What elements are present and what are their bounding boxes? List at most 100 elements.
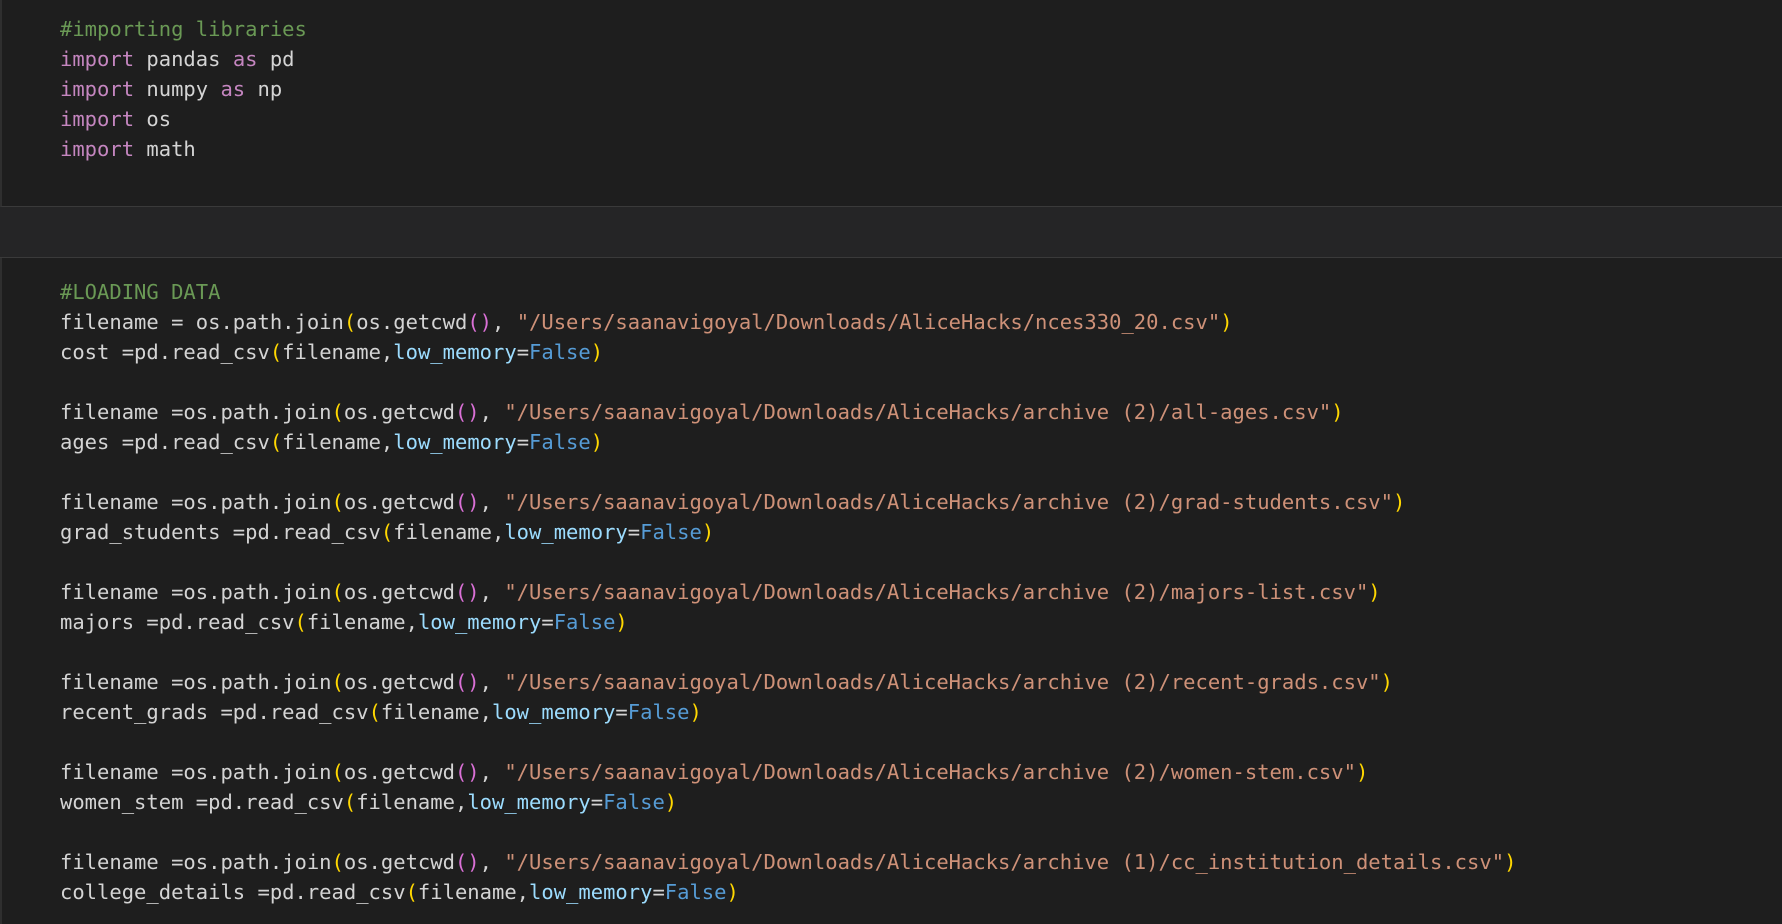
code-line: filename =os.path.join(os.getcwd(), "/Us…: [60, 667, 1516, 697]
code-token-plain: =: [590, 790, 604, 814]
code-token-kw: import: [60, 137, 135, 161]
code-token-p1: (: [269, 340, 283, 364]
code-token-const: False: [603, 790, 665, 814]
code-token-param: low_memory: [529, 880, 653, 904]
code-token-const: False: [529, 430, 591, 454]
code-token-plain: filename =os.path.join: [60, 400, 332, 424]
code-token-plain: =: [652, 880, 665, 904]
code-token-p2: (): [454, 490, 480, 514]
code-line: import pandas as pd: [60, 44, 307, 74]
code-token-plain: os.getcwd: [343, 400, 455, 424]
code-token-plain: pd: [257, 47, 295, 71]
code-token-const: False: [640, 520, 702, 544]
code-token-kw: as: [232, 47, 258, 71]
code-token-p1: ): [590, 430, 604, 454]
code-token-plain: ,: [492, 310, 517, 334]
code-token-param: low_memory: [492, 700, 616, 724]
code-line: import os: [60, 104, 307, 134]
code-token-plain: recent_grads =pd.read_csv: [60, 700, 369, 724]
code-token-plain: ages =pd.read_csv: [60, 430, 270, 454]
code-token-plain: ,: [479, 760, 505, 784]
code-line: recent_grads =pd.read_csv(filename,low_m…: [60, 697, 1516, 727]
notebook-editor: #importing libraries import pandas as pd i…: [0, 0, 1782, 924]
code-line: cost =pd.read_csv(filename,low_memory=Fa…: [60, 337, 1516, 367]
code-token-plain: filename =os.path.join: [60, 490, 332, 514]
code-token-param: low_memory: [504, 520, 628, 544]
cell-separator: [0, 207, 1782, 258]
code-cell-loading-data[interactable]: #LOADING DATA filename = os.path.join(os.…: [0, 258, 1782, 924]
code-token-p2: (): [454, 400, 480, 424]
code-cell-imports[interactable]: #importing libraries import pandas as pd i…: [0, 0, 1782, 207]
code-token-plain: pandas: [134, 47, 233, 71]
code-token-plain: ,: [479, 670, 505, 694]
code-line: import math: [60, 134, 307, 164]
code-line: import numpy as np: [60, 74, 307, 104]
code-token-str: "/Users/saanavigoyal/Downloads/AliceHack…: [516, 310, 1221, 334]
code-token-p1: (: [331, 580, 344, 604]
code-token-plain: filename = os.path.join: [60, 310, 344, 334]
code-token-plain: np: [245, 77, 283, 101]
code-token-const: False: [627, 700, 690, 724]
code-token-str: "/Users/saanavigoyal/Downloads/AliceHack…: [504, 580, 1369, 604]
code-token-const: False: [529, 340, 591, 364]
code-line: filename =os.path.join(os.getcwd(), "/Us…: [60, 487, 1516, 517]
code-line: majors =pd.read_csv(filename,low_memory=…: [60, 607, 1516, 637]
code-token-p1: ): [664, 790, 678, 814]
code-token-p1: ): [615, 610, 628, 634]
code-token-param: low_memory: [417, 610, 542, 634]
code-token-kw: import: [60, 47, 135, 71]
code-token-p1: ): [701, 520, 715, 544]
code-token-plain: os.getcwd: [343, 580, 455, 604]
code-token-plain: =: [541, 610, 554, 634]
code-token-plain: ,: [479, 400, 505, 424]
code-line: women_stem =pd.read_csv(filename,low_mem…: [60, 787, 1516, 817]
code-token-p1: ): [1355, 760, 1369, 784]
code-editor[interactable]: #importing libraries import pandas as pd i…: [60, 14, 307, 164]
code-token-plain: =: [627, 520, 641, 544]
code-token-p1: (: [343, 790, 357, 814]
code-line: ages =pd.read_csv(filename,low_memory=Fa…: [60, 427, 1516, 457]
code-token-p1: (: [294, 610, 307, 634]
code-line: filename =os.path.join(os.getcwd(), "/Us…: [60, 847, 1516, 877]
code-token-plain: os.getcwd: [343, 850, 455, 874]
code-token-plain: =: [516, 430, 530, 454]
code-token-str: "/Users/saanavigoyal/Downloads/AliceHack…: [504, 760, 1356, 784]
code-token-comment: #LOADING DATA: [60, 280, 221, 304]
code-token-plain: filename,: [282, 340, 394, 364]
code-token-plain: college_details =pd.read_csv: [60, 880, 406, 904]
code-token-str: "/Users/saanavigoyal/Downloads/AliceHack…: [504, 850, 1505, 874]
code-token-p2: (): [454, 760, 480, 784]
code-token-plain: filename,: [306, 610, 418, 634]
code-token-plain: filename =os.path.join: [60, 760, 332, 784]
code-token-param: low_memory: [467, 790, 591, 814]
code-token-p2: (): [454, 850, 480, 874]
code-token-plain: filename =os.path.join: [60, 580, 332, 604]
code-token-p2: (): [454, 580, 480, 604]
code-token-plain: filename,: [417, 880, 530, 904]
code-line: college_details =pd.read_csv(filename,lo…: [60, 877, 1516, 907]
code-editor[interactable]: #LOADING DATA filename = os.path.join(os.…: [60, 277, 1516, 907]
code-token-p1: ): [590, 340, 604, 364]
code-token-p1: (: [331, 670, 344, 694]
code-token-plain: filename =os.path.join: [60, 670, 332, 694]
code-token-const: False: [664, 880, 727, 904]
code-token-kw: import: [60, 107, 135, 131]
code-line: filename =os.path.join(os.getcwd(), "/Us…: [60, 397, 1516, 427]
code-token-p1: ): [1220, 310, 1233, 334]
code-token-str: "/Users/saanavigoyal/Downloads/AliceHack…: [504, 670, 1381, 694]
code-token-comment: #importing libraries: [60, 17, 307, 41]
code-token-kw: as: [220, 77, 246, 101]
code-token-plain: filename,: [282, 430, 394, 454]
code-line: filename = os.path.join(os.getcwd(), "/U…: [60, 307, 1516, 337]
code-token-p1: (: [405, 880, 418, 904]
code-token-p1: (: [269, 430, 283, 454]
code-token-plain: grad_students =pd.read_csv: [60, 520, 381, 544]
code-token-plain: filename,: [393, 520, 505, 544]
code-token-p1: ): [1392, 490, 1406, 514]
code-token-plain: filename,: [380, 700, 492, 724]
code-token-plain: filename,: [356, 790, 468, 814]
code-token-p1: ): [1331, 400, 1344, 424]
code-line: #LOADING DATA: [60, 277, 1516, 307]
